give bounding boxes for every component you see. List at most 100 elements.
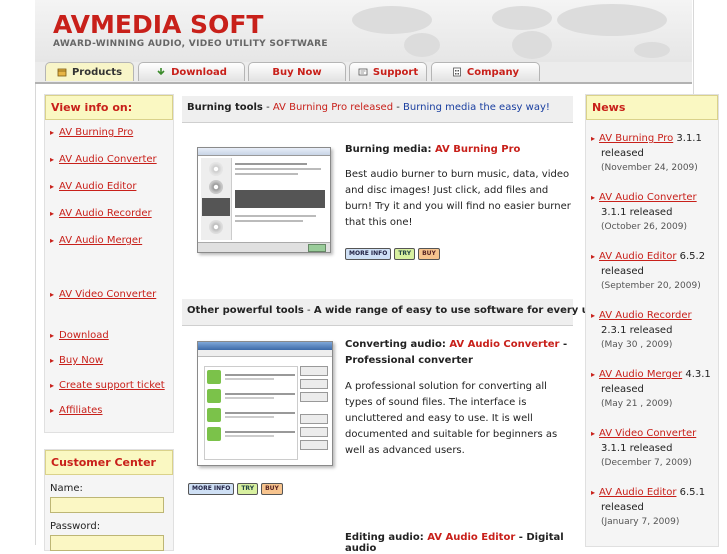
tab-support[interactable]: Support — [349, 62, 427, 81]
sidebar-item-audio-recorder[interactable]: ▸ AV Audio Recorder — [50, 207, 173, 234]
news-title: News — [586, 95, 718, 120]
news-text: 3.1.1 released — [601, 207, 673, 218]
converter-product-info: Converting audio: AV Audio Converter - P… — [345, 337, 573, 459]
product-link[interactable]: AV Audio Editor — [427, 532, 515, 543]
headline-link[interactable]: AV Burning Pro released — [273, 102, 393, 113]
news-date: (May 30 , 2009) — [601, 340, 673, 350]
tab-company[interactable]: Company — [431, 62, 540, 81]
selected-item — [202, 198, 230, 216]
arrow-icon: ▸ — [50, 331, 55, 340]
window-titlebar — [198, 148, 330, 156]
sidebar-link[interactable]: AV Audio Merger — [59, 234, 142, 247]
sidebar-link[interactable]: Buy Now — [59, 354, 103, 367]
tab-download[interactable]: Download — [138, 62, 245, 81]
support-icon — [358, 68, 368, 76]
product-link[interactable]: AV Audio Converter — [449, 339, 559, 350]
product-label: Converting audio: — [345, 339, 450, 350]
news-version: 6.5.1 — [676, 487, 706, 498]
site-logo[interactable]: AVMEDIA SOFT — [53, 10, 263, 39]
section-title: Other powerful tools — [187, 305, 304, 316]
buy-button[interactable]: BUY — [261, 483, 283, 495]
news-link[interactable]: AV Burning Pro — [599, 133, 673, 144]
arrow-icon: ▸ — [50, 236, 55, 245]
main-nav: Products Download Buy Now Support Compan… — [35, 62, 692, 84]
sidebar-item-support-ticket[interactable]: ▸ Create support ticket — [50, 379, 173, 404]
news-text: 2.3.1 released — [601, 325, 673, 336]
sidebar-link[interactable]: AV Audio Converter — [59, 153, 157, 166]
tab-products[interactable]: Products — [45, 62, 134, 81]
sidebar-item-burning-pro[interactable]: ▸ AV Burning Pro — [50, 126, 173, 153]
name-input[interactable] — [50, 497, 164, 513]
news-item: ▸ AV Burning Pro 3.1.1 released (November… — [591, 131, 718, 176]
product-buttons: MORE INFO TRY BUY — [345, 240, 575, 260]
world-map-graphic — [352, 4, 670, 59]
arrow-icon: ▸ — [591, 488, 596, 497]
burning-pro-screenshot[interactable] — [197, 147, 331, 253]
converter-buttons: MORE INFO TRY BUY — [188, 475, 286, 495]
product-link[interactable]: AV Burning Pro — [435, 144, 520, 155]
sidebar-item-affiliates[interactable]: ▸ Affiliates — [50, 404, 173, 429]
sidebar-item-audio-merger[interactable]: ▸ AV Audio Merger — [50, 234, 173, 261]
name-label: Name: — [50, 483, 83, 494]
customer-center-title: Customer Center — [45, 450, 173, 475]
sidebar-spacer — [50, 261, 173, 288]
more-info-button[interactable]: MORE INFO — [188, 483, 235, 495]
window-button-column — [300, 366, 328, 450]
separator: - — [303, 305, 314, 316]
news-text: released — [601, 148, 644, 159]
news-item: ▸ AV Audio Recorder 2.3.1 released (May 3… — [591, 308, 718, 353]
tab-label: Products — [71, 66, 123, 78]
news-link[interactable]: AV Audio Editor — [599, 251, 676, 262]
try-button[interactable]: TRY — [394, 248, 416, 260]
window-sidebar — [201, 158, 232, 240]
sidebar-item-audio-converter[interactable]: ▸ AV Audio Converter — [50, 153, 173, 180]
news-item: ▸ AV Audio Editor 6.5.1 released (January… — [591, 485, 718, 530]
headline-tagline: Burning media the easy way! — [403, 102, 550, 113]
tab-label: Download — [171, 66, 227, 78]
sidebar-item-buy-now[interactable]: ▸ Buy Now — [50, 354, 173, 379]
view-info-box: View info on: ▸ AV Burning Pro ▸ AV Audio … — [44, 94, 174, 433]
news-link[interactable]: AV Video Converter — [599, 428, 696, 439]
news-text: released — [601, 266, 644, 277]
sidebar-link[interactable]: Download — [59, 329, 109, 342]
news-date: (November 24, 2009) — [601, 163, 698, 173]
sidebar-link[interactable]: AV Burning Pro — [59, 126, 133, 139]
separator: - — [262, 102, 273, 113]
sidebar-spacer — [50, 315, 173, 329]
news-item: ▸ AV Audio Converter 3.1.1 released (Octo… — [591, 190, 718, 235]
news-date: (September 20, 2009) — [601, 281, 701, 291]
news-link[interactable]: AV Audio Merger — [599, 369, 682, 380]
sidebar-link[interactable]: Affiliates — [59, 404, 102, 417]
password-input[interactable] — [50, 535, 164, 551]
news-link[interactable]: AV Audio Converter — [599, 192, 697, 203]
arrow-icon: ▸ — [50, 128, 55, 137]
section-title: Burning tools — [187, 102, 263, 113]
more-info-button[interactable]: MORE INFO — [345, 248, 392, 260]
sidebar-link[interactable]: AV Audio Editor — [59, 180, 136, 193]
sidebar-link[interactable]: AV Audio Recorder — [59, 207, 152, 220]
news-item: ▸ AV Audio Merger 4.3.1 released (May 21 … — [591, 367, 718, 412]
arrow-icon: ▸ — [50, 290, 55, 299]
news-link[interactable]: AV Audio Recorder — [599, 310, 692, 321]
window-titlebar — [198, 342, 332, 350]
audio-converter-screenshot[interactable] — [197, 341, 333, 466]
try-button[interactable]: TRY — [237, 483, 259, 495]
product-heading: Converting audio: AV Audio Converter - P… — [345, 337, 573, 369]
news-text: released — [601, 384, 644, 395]
music-file-icon — [207, 408, 221, 422]
box-icon — [57, 68, 67, 77]
file-list — [204, 366, 298, 460]
arrow-icon: ▸ — [50, 356, 55, 365]
sidebar-item-video-converter[interactable]: ▸ AV Video Converter — [50, 288, 173, 315]
news-text: 3.1.1 released — [601, 443, 673, 454]
buy-button[interactable]: BUY — [418, 248, 440, 260]
tab-label: Support — [372, 66, 419, 78]
music-file-icon — [207, 389, 221, 403]
tab-buy-now[interactable]: Buy Now — [248, 62, 346, 81]
sidebar-link[interactable]: Create support ticket — [59, 379, 165, 392]
news-link[interactable]: AV Audio Editor — [599, 487, 676, 498]
sidebar-item-audio-editor[interactable]: ▸ AV Audio Editor — [50, 180, 173, 207]
sidebar-link[interactable]: AV Video Converter — [59, 288, 156, 301]
sidebar-item-download[interactable]: ▸ Download — [50, 329, 173, 354]
arrow-icon: ▸ — [591, 252, 596, 261]
